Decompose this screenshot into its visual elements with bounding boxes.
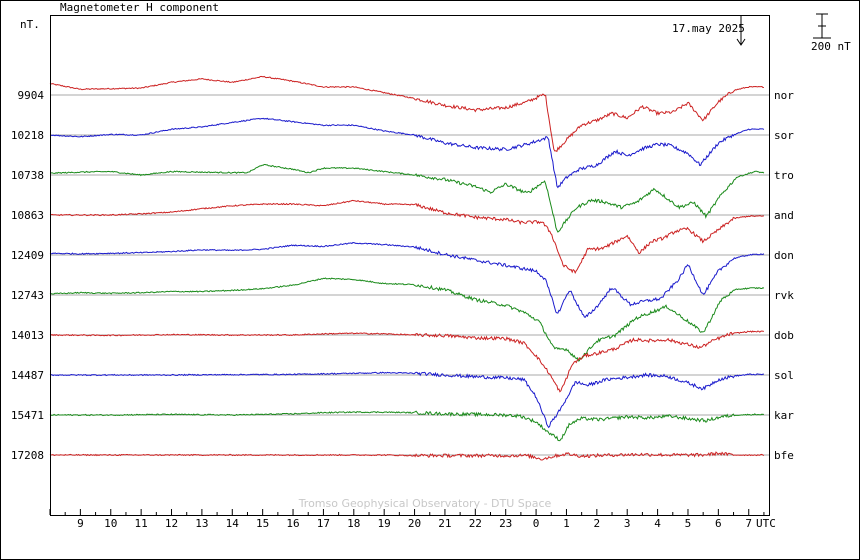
x-tick-label: 21 bbox=[438, 517, 451, 530]
station-don: don bbox=[774, 249, 794, 262]
magnetometer-chart: 9 10 11 12 13 14 15 16 17 18 19 20 21 22 23 0 1 2 3 4 5 6 7 99… bbox=[0, 0, 860, 560]
station-and: and bbox=[774, 209, 794, 222]
scale-bar-label: 200 nT bbox=[811, 40, 851, 53]
x-tick-label: 0 bbox=[533, 517, 540, 530]
x-tick-label: 11 bbox=[135, 517, 148, 530]
x-tick-label: 17 bbox=[317, 517, 330, 530]
baseline-value-tro: 10738 bbox=[11, 169, 44, 182]
x-tick-label: 10 bbox=[104, 517, 117, 530]
date-label: 17.may 2025 bbox=[672, 22, 745, 35]
x-tick-label: 4 bbox=[654, 517, 661, 530]
baseline-value-and: 10863 bbox=[11, 209, 44, 222]
x-tick-label: 12 bbox=[165, 517, 178, 530]
station-sol: sol bbox=[774, 369, 794, 382]
footer-credit: Tromso Geophysical Observatory - DTU Spa… bbox=[298, 497, 552, 510]
x-axis-label: UTC bbox=[756, 517, 776, 530]
x-tick-label: 7 bbox=[745, 517, 752, 530]
station-nor: nor bbox=[774, 89, 794, 102]
baseline-value-don: 12409 bbox=[11, 249, 44, 262]
baseline-value-dob: 14013 bbox=[11, 329, 44, 342]
station-sor: sor bbox=[774, 129, 794, 142]
x-tick-label: 22 bbox=[469, 517, 482, 530]
station-tro: tro bbox=[774, 169, 794, 182]
x-tick-label: 16 bbox=[286, 517, 299, 530]
x-tick-label: 5 bbox=[685, 517, 692, 530]
chart-outer-frame bbox=[0, 0, 860, 560]
x-tick-label: 1 bbox=[563, 517, 570, 530]
x-tick-label: 6 bbox=[715, 517, 722, 530]
station-rvk: rvk bbox=[774, 289, 794, 302]
station-kar: kar bbox=[774, 409, 794, 422]
x-tick-label: 18 bbox=[347, 517, 360, 530]
baseline-value-nor: 9904 bbox=[18, 89, 45, 102]
x-tick-label: 13 bbox=[195, 517, 208, 530]
baseline-value-sor: 10218 bbox=[11, 129, 44, 142]
station-bfe: bfe bbox=[774, 449, 794, 462]
x-tick-label: 20 bbox=[408, 517, 421, 530]
x-tick-label: 23 bbox=[499, 517, 512, 530]
y-unit-label: nT. bbox=[20, 18, 40, 31]
x-tick-label: 2 bbox=[594, 517, 601, 530]
station-dob: dob bbox=[774, 329, 794, 342]
x-tick-label: 14 bbox=[226, 517, 240, 530]
chart-title: Magnetometer H component bbox=[60, 1, 219, 14]
x-tick-label: 15 bbox=[256, 517, 269, 530]
x-tick-label: 3 bbox=[624, 517, 631, 530]
baseline-value-bfe: 17208 bbox=[11, 449, 44, 462]
baseline-value-rvk: 12743 bbox=[11, 289, 44, 302]
x-tick-label: 9 bbox=[77, 517, 84, 530]
baseline-value-sol: 14487 bbox=[11, 369, 44, 382]
baseline-value-kar: 15471 bbox=[11, 409, 44, 422]
x-tick-label: 19 bbox=[378, 517, 391, 530]
